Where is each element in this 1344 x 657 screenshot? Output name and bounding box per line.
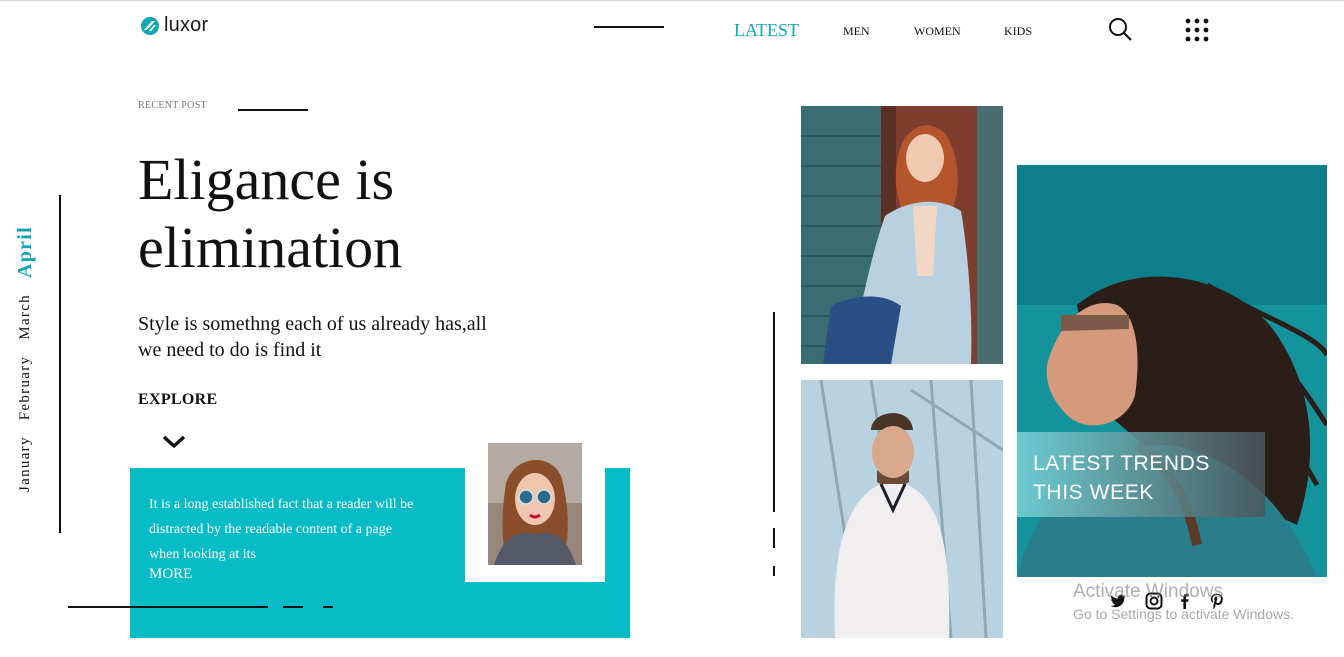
nav-kids[interactable]: KIDS <box>1004 24 1032 39</box>
month-april[interactable]: April <box>14 226 37 278</box>
decor-vertical-line <box>773 528 775 548</box>
luxor-logo-icon <box>141 16 159 35</box>
photo-man[interactable] <box>801 380 1003 638</box>
month-february[interactable]: February <box>17 356 34 421</box>
card-thumbnail[interactable] <box>488 443 582 565</box>
decor-vertical-line <box>773 566 775 576</box>
grid-menu-icon <box>1185 18 1209 42</box>
decor-line <box>68 606 268 608</box>
hero-title: Eligance is elimination <box>138 146 518 282</box>
brand-logo[interactable]: luxor <box>140 14 208 37</box>
more-link[interactable]: MORE <box>149 566 192 583</box>
man-white-shirt-image <box>801 380 1003 638</box>
trend-text[interactable]: LATEST TRENDS THIS WEEK <box>1033 449 1253 507</box>
nav-latest[interactable]: LATEST <box>734 20 799 41</box>
brand-name: luxor <box>164 14 209 36</box>
activation-watermark-title: Activate Windows <box>1073 581 1223 602</box>
photo-woman-denim[interactable] <box>801 106 1003 364</box>
month-rail-line <box>59 195 61 533</box>
nav-men[interactable]: MEN <box>843 24 870 39</box>
decor-vertical-line <box>773 312 775 512</box>
grid-menu-button[interactable] <box>1184 17 1210 43</box>
woman-denim-image <box>801 106 1003 364</box>
card-text-line2: distracted by the readable content of a … <box>149 522 392 537</box>
top-border <box>0 0 1344 1</box>
nav-divider <box>594 26 664 28</box>
search-icon <box>1109 18 1132 41</box>
trend-line1: LATEST TRENDS <box>1033 452 1211 475</box>
activation-watermark-subtitle: Go to Settings to activate Windows. <box>1073 606 1294 622</box>
explore-link[interactable]: EXPLORE <box>138 391 217 409</box>
recent-post-label: RECENT POST <box>138 100 207 111</box>
card-text-line1: It is a long established fact that a rea… <box>149 497 414 512</box>
month-march[interactable]: March <box>17 294 34 340</box>
month-january[interactable]: January <box>17 436 34 492</box>
hero-subtitle-line1: Style is somethng each of us already has… <box>138 313 487 335</box>
search-button[interactable] <box>1107 16 1133 42</box>
decor-line <box>323 606 333 608</box>
card-description: It is a long established fact that a rea… <box>149 492 439 567</box>
scroll-down-button[interactable] <box>162 434 186 450</box>
decor-line <box>283 606 303 608</box>
recent-post-line <box>238 109 308 111</box>
hero-subtitle-line2: we need to do is find it <box>138 339 322 361</box>
hero-title-line2: elimination <box>138 215 403 280</box>
woman-sunglasses-image <box>488 443 582 565</box>
hero-title-line1: Eligance is <box>138 147 395 212</box>
chevron-down-icon <box>162 435 186 449</box>
month-selector: January February March April <box>13 192 37 492</box>
trend-line2: THIS WEEK <box>1033 481 1154 504</box>
card-text-line3: when looking at its <box>149 547 256 562</box>
nav-women[interactable]: WOMEN <box>914 24 961 39</box>
hero-subtitle: Style is somethng each of us already has… <box>138 311 558 363</box>
